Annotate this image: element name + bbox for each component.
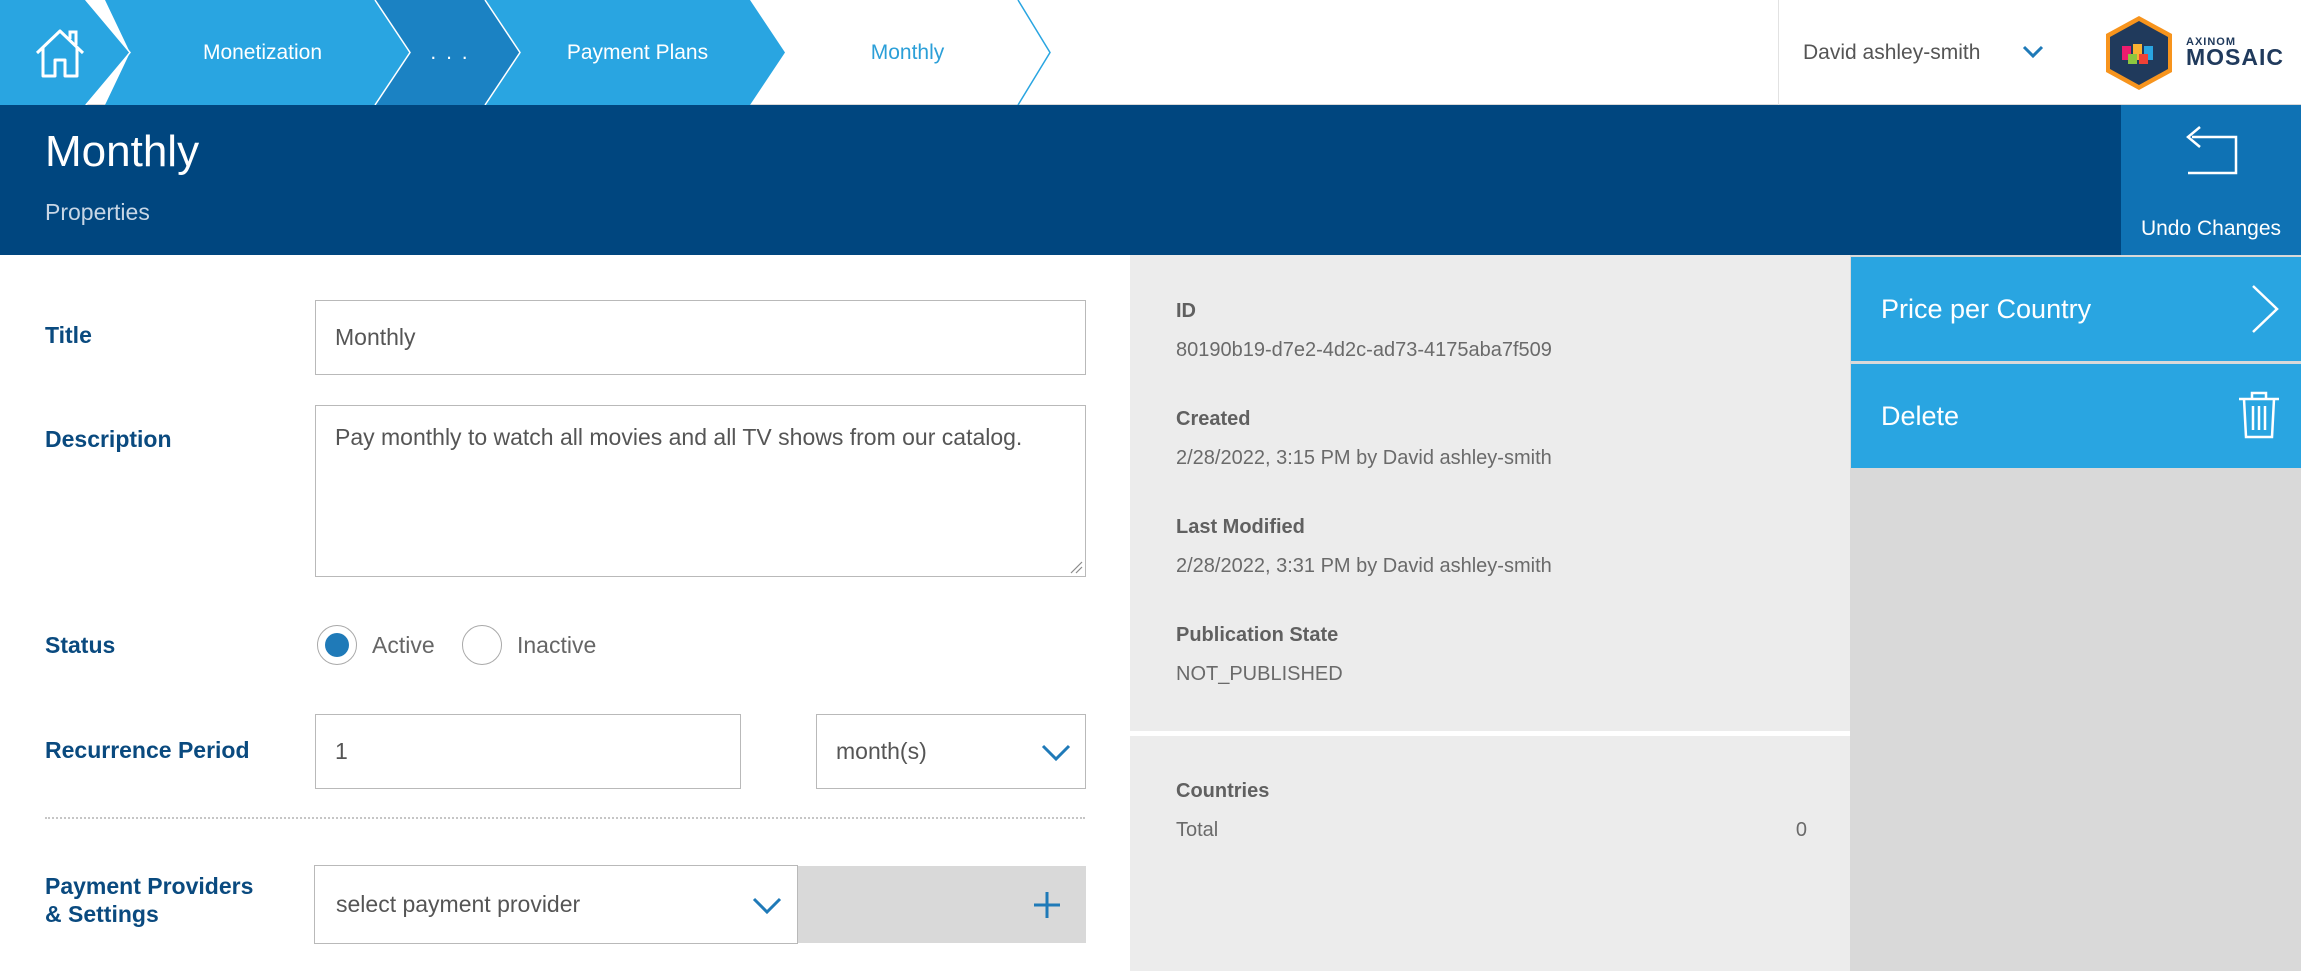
payment-provider-select[interactable]: select payment provider (314, 865, 798, 944)
resize-handle-icon[interactable] (1069, 560, 1083, 574)
trash-icon (2239, 391, 2279, 439)
chevron-down-icon (752, 897, 782, 915)
status-label: Status (45, 632, 116, 658)
undo-changes-button[interactable]: Undo Changes (2121, 105, 2301, 255)
delete-button[interactable]: Delete (1851, 364, 2301, 468)
countries-total-value: 0 (1795, 819, 1807, 841)
breadcrumb-home[interactable] (0, 0, 115, 105)
title-input-value: Monthly (335, 324, 416, 350)
recurrence-unit-value: month(s) (836, 738, 927, 764)
status-inactive-radio[interactable] (462, 625, 502, 665)
chevron-right-icon (2252, 285, 2279, 333)
chevron-down-icon (1041, 744, 1071, 762)
countries-label: Countries (1176, 780, 1270, 802)
price-per-country-label: Price per Country (1881, 294, 2092, 324)
payment-providers-label-line1: Payment Providers (45, 873, 254, 899)
breadcrumb-item-current: Monthly (780, 0, 1035, 105)
page-header: Monthly Properties Undo Changes (0, 105, 2301, 255)
section-divider (45, 817, 1085, 819)
undo-icon (2186, 126, 2238, 175)
mosaic-logo: AXINOM MOSAIC (2100, 14, 2283, 92)
created-label: Created (1176, 408, 1251, 430)
plus-icon (1034, 892, 1060, 918)
status-active-radio[interactable] (317, 625, 357, 665)
description-label: Description (45, 426, 172, 452)
undo-changes-label: Undo Changes (2140, 217, 2282, 240)
home-icon (35, 29, 85, 78)
payment-provider-placeholder: select payment provider (336, 891, 581, 917)
breadcrumb-label: Payment Plans (566, 41, 709, 64)
status-active-label[interactable]: Active (372, 625, 435, 665)
title-input[interactable]: Monthly (315, 300, 1086, 375)
publication-state-value: NOT_PUBLISHED (1176, 663, 1343, 685)
page-subtitle: Properties (45, 199, 150, 225)
breadcrumb-item-payment-plans[interactable]: Payment Plans (510, 0, 765, 105)
chevron-down-icon (2022, 45, 2044, 59)
last-modified-value: 2/28/2022, 3:31 PM by David ashley-smith (1176, 555, 1552, 577)
mosaic-logo-icon (2106, 16, 2172, 90)
title-label: Title (45, 322, 92, 348)
recurrence-count-value: 1 (335, 738, 348, 764)
breadcrumb-item-more[interactable]: . . . (400, 0, 500, 105)
payment-providers-label: Payment Providers & Settings (45, 872, 253, 928)
created-value: 2/28/2022, 3:15 PM by David ashley-smith (1176, 447, 1552, 469)
description-textarea[interactable]: Pay monthly to watch all movies and all … (315, 405, 1086, 577)
last-modified-label: Last Modified (1176, 516, 1305, 538)
breadcrumb-label: Monthly (870, 41, 945, 64)
user-menu[interactable]: David ashley-smith (1778, 0, 2096, 105)
delete-label: Delete (1881, 401, 1960, 431)
recurrence-unit-select[interactable]: month(s) (816, 714, 1086, 789)
breadcrumb-item-monetization[interactable]: Monetization (130, 0, 395, 105)
payment-providers-label-line2: & Settings (45, 901, 159, 927)
logo-text-big: MOSAIC (2186, 44, 2284, 70)
breadcrumb: Monetization . . . Payment Plans Monthly (0, 0, 1060, 105)
recurrence-label: Recurrence Period (45, 737, 250, 763)
actions-panel: Price per Country Delete (1850, 255, 2301, 971)
id-label: ID (1176, 300, 1196, 322)
recurrence-count-input[interactable]: 1 (315, 714, 741, 789)
breadcrumb-label: . . . (430, 41, 470, 64)
description-value: Pay monthly to watch all movies and all … (335, 424, 1023, 450)
countries-total-label: Total (1176, 819, 1219, 841)
user-name: David ashley-smith (1803, 41, 1981, 64)
add-payment-provider-button[interactable] (797, 866, 1086, 943)
breadcrumb-label: Monetization (202, 41, 323, 64)
radio-selected-dot (325, 633, 349, 657)
top-bar: Monetization . . . Payment Plans Monthly… (0, 0, 2301, 105)
properties-form: Title Monthly Description Pay monthly to… (0, 255, 1130, 971)
price-per-country-button[interactable]: Price per Country (1851, 257, 2301, 361)
status-inactive-label[interactable]: Inactive (517, 625, 596, 665)
publication-state-label: Publication State (1176, 624, 1339, 646)
id-value: 80190b19-d7e2-4d2c-ad73-4175aba7f509 (1176, 339, 1552, 361)
info-separator (1130, 731, 1850, 736)
page-title: Monthly (45, 127, 200, 176)
info-panel: ID 80190b19-d7e2-4d2c-ad73-4175aba7f509 … (1130, 255, 1850, 971)
